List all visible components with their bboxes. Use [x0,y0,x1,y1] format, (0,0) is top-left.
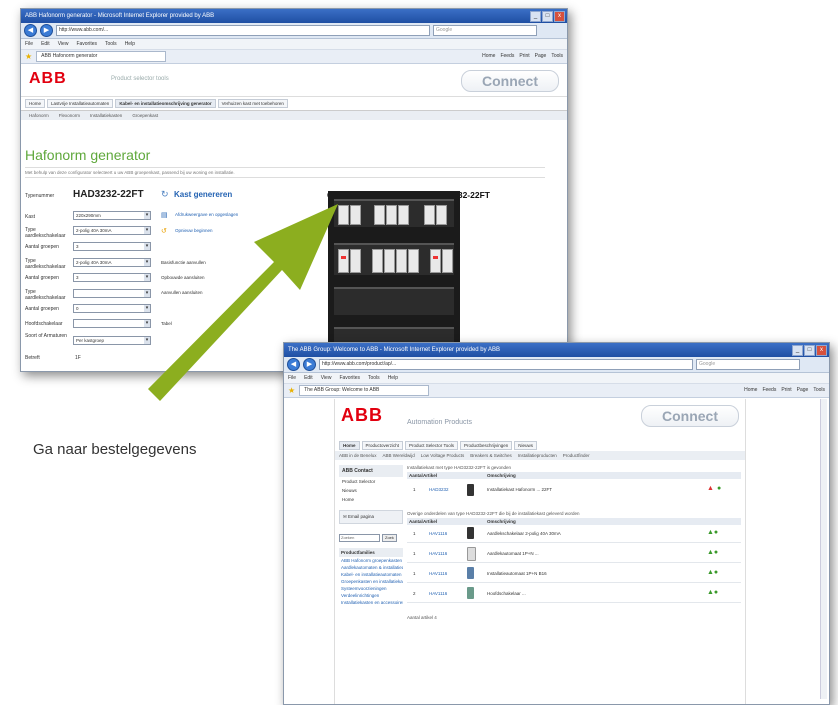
arrow-shape [148,204,338,401]
green-arrow-icon [148,204,338,401]
caption-text: Ga naar bestelgegevens [33,441,197,458]
